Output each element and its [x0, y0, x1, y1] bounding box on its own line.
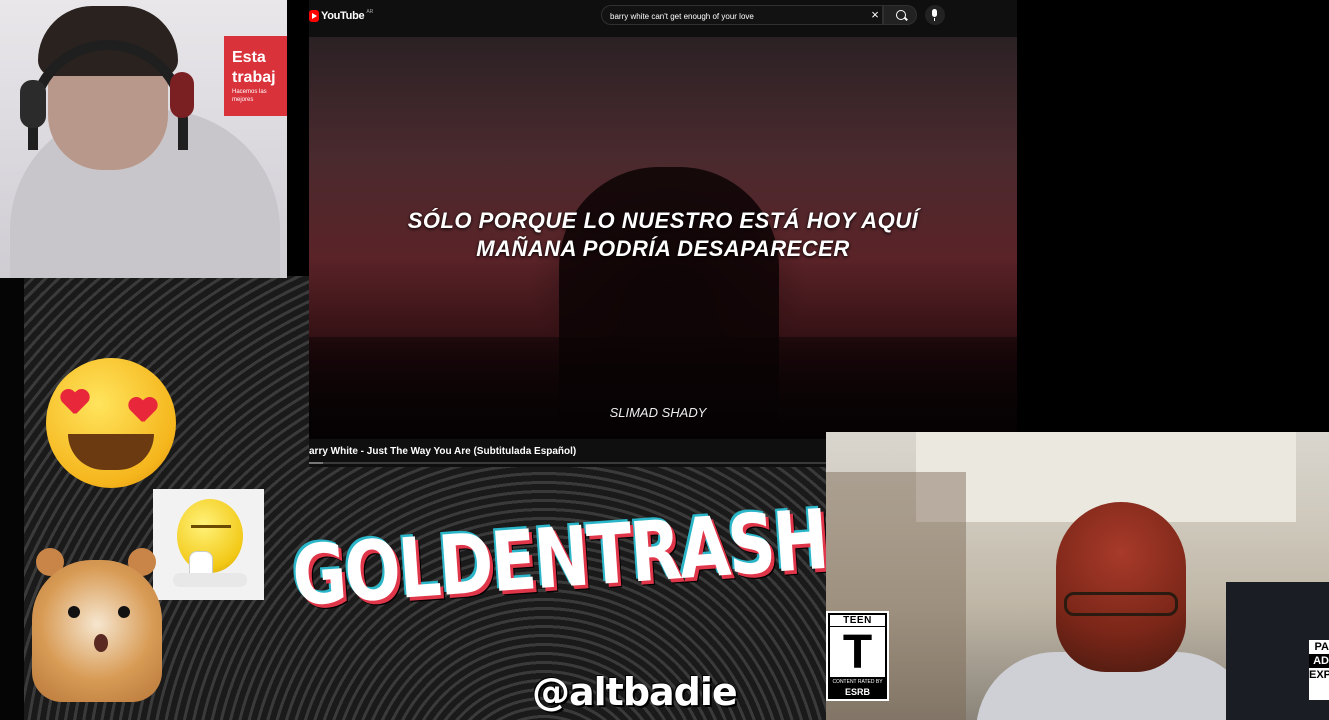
hamster-eye-left — [68, 606, 80, 618]
pa-line-1: PA — [1314, 641, 1329, 653]
shocked-hamster-sticker-icon — [24, 540, 172, 702]
voice-search-button[interactable] — [925, 5, 945, 25]
reaction-webcam — [826, 432, 1329, 720]
lyric-line-1: SÓLO PORQUE LO NUESTRO ESTÁ HOY AQUÍ — [407, 208, 919, 233]
headphone-ear-right — [170, 72, 194, 118]
video-title[interactable]: arry White - Just The Way You Are (Subti… — [309, 446, 576, 457]
youtube-window: YouTube AR × SÓLO PORQUE LO NUESTRO ESTÁ… — [309, 0, 1017, 467]
search-icon — [896, 10, 906, 20]
esrb-org: ESRB — [844, 687, 870, 697]
heart-eye-left — [60, 390, 90, 418]
youtube-play-icon — [309, 10, 319, 22]
search-button[interactable] — [883, 5, 917, 25]
esrb-small-text: CONTENT RATED BY — [832, 679, 883, 685]
search-input[interactable] — [608, 8, 862, 24]
hamster-mouth — [94, 634, 108, 652]
pa-line-2: AD — [1309, 654, 1329, 668]
hamster-eye-right — [118, 606, 130, 618]
youtube-logo[interactable]: YouTube AR — [309, 8, 373, 24]
youtube-region: AR — [366, 9, 374, 15]
headphone-ear-left — [20, 80, 46, 128]
sign-text-2: trabaj — [232, 69, 276, 86]
social-handle: @altbadie — [532, 670, 738, 714]
sign-text-1: Esta — [232, 49, 266, 66]
lyrics-subtitle: SÓLO PORQUE LO NUESTRO ESTÁ HOY AQUÍ MAÑ… — [309, 207, 1017, 263]
pa-line-3: EXP — [1309, 669, 1329, 681]
hamster-body — [32, 560, 162, 702]
youtube-header: YouTube AR × — [309, 0, 1017, 34]
progress-fill — [309, 462, 324, 464]
sign-small-text: Hacemos las mejores — [232, 89, 267, 103]
search-box[interactable] — [601, 5, 883, 25]
streamer-webcam: Esta trabaj Hacemos las mejores — [0, 0, 287, 278]
emoji-smile — [68, 434, 154, 470]
esrb-teen-badge: TEEN T CONTENT RATED BY ESRB — [826, 611, 889, 701]
microphone-icon — [932, 9, 937, 21]
glasses-icon — [1064, 592, 1178, 616]
video-player[interactable]: SÓLO PORQUE LO NUESTRO ESTÁ HOY AQUÍ MAÑ… — [309, 37, 1017, 439]
esrb-rating-word: TEEN — [830, 615, 885, 626]
smug-eyes — [191, 525, 231, 531]
heart-eye-right — [128, 398, 158, 426]
smug-body — [173, 573, 247, 587]
clear-search-button[interactable]: × — [867, 5, 883, 25]
esrb-letter: T — [830, 627, 885, 679]
video-credit: SLIMAD SHADY — [609, 405, 707, 420]
tree-line — [309, 337, 1017, 439]
background-sign: Esta trabaj Hacemos las mejores — [224, 36, 287, 116]
lyric-line-2: MAÑANA PODRÍA DESAPARECER — [476, 236, 850, 261]
youtube-logo-text: YouTube — [321, 10, 365, 22]
parental-advisory-label: PA AD EXP — [1309, 640, 1329, 700]
reaction-face — [1056, 502, 1186, 672]
heart-eyes-emoji-icon — [46, 358, 176, 488]
